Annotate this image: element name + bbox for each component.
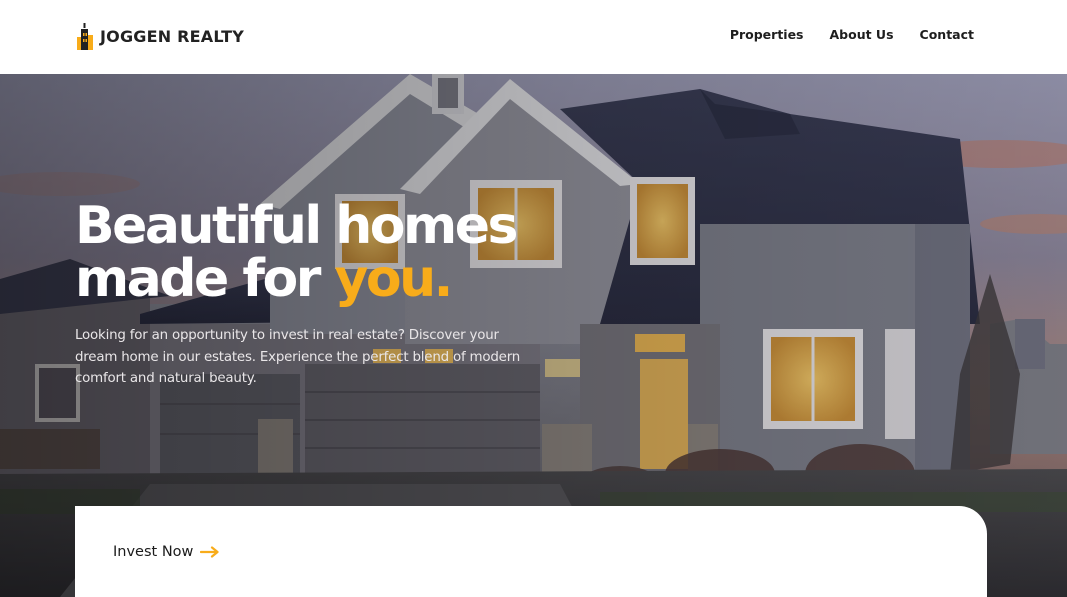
nav-link-about-us[interactable]: About Us — [830, 27, 894, 42]
hero-title-accent: you. — [334, 249, 453, 309]
hero-title-line1: Beautiful homes — [75, 196, 518, 256]
hero-description: Looking for an opportunity to invest in … — [75, 328, 521, 386]
hero-title: Beautiful homes made for you. — [75, 200, 635, 306]
main-nav: Properties About Us Contact — [730, 27, 974, 42]
nav-link-properties[interactable]: Properties — [730, 27, 804, 42]
cta-card: Invest Now — [75, 506, 987, 597]
nav-link-contact[interactable]: Contact — [920, 27, 974, 42]
invest-now-label: Invest Now — [113, 544, 194, 560]
site-header: JOGGEN REALTY Properties About Us Contac… — [0, 0, 1067, 74]
invest-now-button[interactable]: Invest Now — [113, 544, 220, 560]
arrow-right-icon — [200, 546, 220, 558]
brand-logo[interactable]: JOGGEN REALTY — [77, 22, 244, 50]
hero-title-line2-prefix: made for — [75, 249, 335, 309]
building-logo-icon — [77, 22, 93, 50]
brand-name: JOGGEN REALTY — [100, 26, 244, 46]
